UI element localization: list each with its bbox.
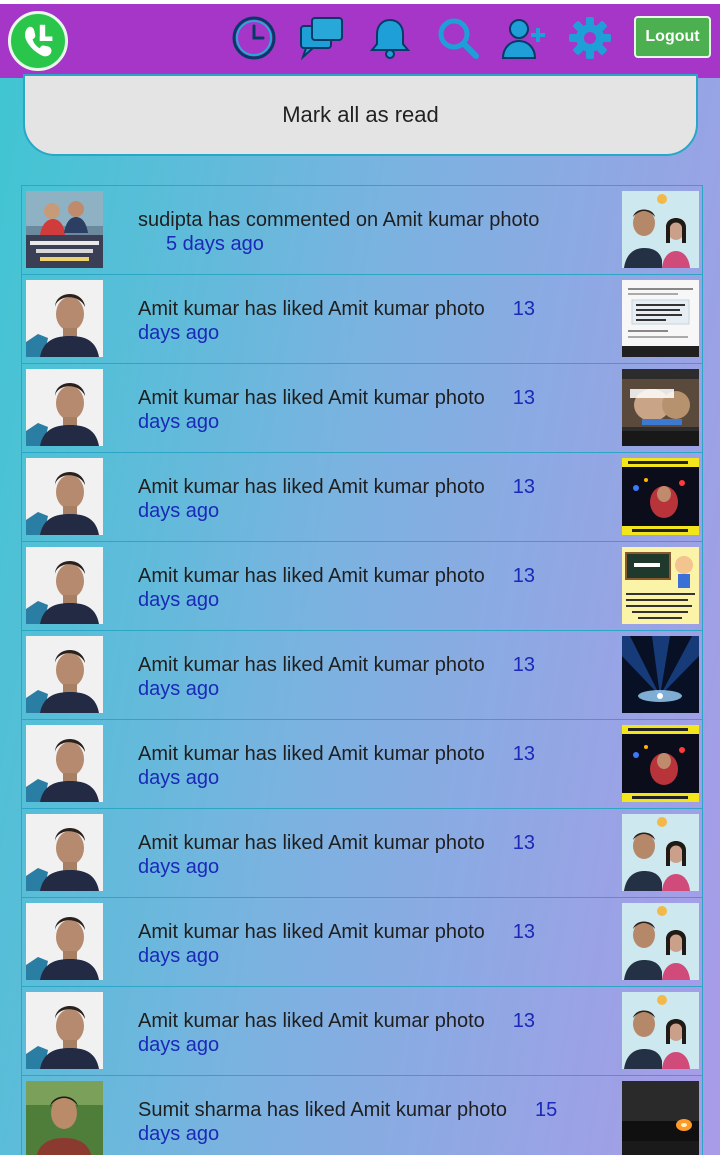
avatar[interactable] — [26, 369, 103, 446]
notification-message: Amit kumar has liked Amit kumar photo — [138, 1010, 485, 1032]
bell-icon[interactable] — [366, 14, 414, 62]
notification-text: sudipta has commented on Amit kumar phot… — [138, 208, 558, 256]
notification-text: Amit kumar has liked Amit kumar photo 13 … — [138, 653, 558, 701]
notification-message: Amit kumar has liked Amit kumar photo — [138, 476, 485, 498]
avatar[interactable] — [26, 814, 103, 891]
app-logo-icon[interactable] — [8, 11, 68, 71]
clock-icon[interactable] — [230, 14, 278, 62]
notification-message: Amit kumar has liked Amit kumar photo — [138, 298, 485, 320]
top-nav-bar: Logout — [0, 4, 720, 78]
notification-row[interactable]: Amit kumar has liked Amit kumar photo 13 … — [21, 630, 703, 720]
notification-row[interactable]: Amit kumar has liked Amit kumar photo 13 … — [21, 808, 703, 898]
notification-row[interactable]: Amit kumar has liked Amit kumar photo 13 … — [21, 274, 703, 364]
avatar[interactable] — [26, 725, 103, 802]
notification-list: sudipta has commented on Amit kumar phot… — [21, 185, 703, 1155]
notification-time: 5 days ago — [166, 233, 264, 255]
notification-text: Sumit sharma has liked Amit kumar photo 1… — [138, 1098, 558, 1146]
notification-message: Amit kumar has liked Amit kumar photo — [138, 832, 485, 854]
notification-row[interactable]: Amit kumar has liked Amit kumar photo 13 … — [21, 363, 703, 453]
notification-row[interactable]: Sumit sharma has liked Amit kumar photo 1… — [21, 1075, 703, 1155]
post-thumbnail[interactable] — [622, 280, 699, 357]
notification-text: Amit kumar has liked Amit kumar photo 13 … — [138, 297, 558, 345]
post-thumbnail[interactable] — [622, 814, 699, 891]
post-thumbnail[interactable] — [622, 458, 699, 535]
notification-message: Amit kumar has liked Amit kumar photo — [138, 654, 485, 676]
mark-all-read-button[interactable]: Mark all as read — [23, 74, 698, 156]
chat-icon[interactable] — [298, 14, 346, 62]
notification-text: Amit kumar has liked Amit kumar photo 13 … — [138, 920, 558, 968]
avatar[interactable] — [26, 903, 103, 980]
notification-text: Amit kumar has liked Amit kumar photo 13 … — [138, 386, 558, 434]
notification-text: Amit kumar has liked Amit kumar photo 13 … — [138, 831, 558, 879]
notification-text: Amit kumar has liked Amit kumar photo 13 … — [138, 475, 558, 523]
post-thumbnail[interactable] — [622, 903, 699, 980]
notification-text: Amit kumar has liked Amit kumar photo 13 … — [138, 742, 558, 790]
notification-message: Amit kumar has liked Amit kumar photo — [138, 921, 485, 943]
notification-row[interactable]: Amit kumar has liked Amit kumar photo 13 … — [21, 719, 703, 809]
notification-row[interactable]: Amit kumar has liked Amit kumar photo 13 … — [21, 986, 703, 1076]
post-thumbnail[interactable] — [622, 636, 699, 713]
avatar[interactable] — [26, 280, 103, 357]
post-thumbnail[interactable] — [622, 1081, 699, 1155]
notification-message: Amit kumar has liked Amit kumar photo — [138, 743, 485, 765]
notification-row[interactable]: Amit kumar has liked Amit kumar photo 13 … — [21, 452, 703, 542]
avatar[interactable] — [26, 1081, 103, 1155]
avatar[interactable] — [26, 191, 103, 268]
add-user-icon[interactable] — [500, 14, 548, 62]
notification-row[interactable]: sudipta has commented on Amit kumar phot… — [21, 185, 703, 275]
post-thumbnail[interactable] — [622, 992, 699, 1069]
notification-message: Sumit sharma has liked Amit kumar photo — [138, 1099, 508, 1121]
notification-row[interactable]: Amit kumar has liked Amit kumar photo 13 … — [21, 897, 703, 987]
avatar[interactable] — [26, 458, 103, 535]
notification-row[interactable]: Amit kumar has liked Amit kumar photo 13 … — [21, 541, 703, 631]
post-thumbnail[interactable] — [622, 725, 699, 802]
logout-button[interactable]: Logout — [634, 16, 711, 58]
avatar[interactable] — [26, 636, 103, 713]
search-icon[interactable] — [434, 14, 482, 62]
notification-message: Amit kumar has liked Amit kumar photo — [138, 387, 485, 409]
gear-icon[interactable] — [566, 14, 614, 62]
notification-text: Amit kumar has liked Amit kumar photo 13 … — [138, 564, 558, 612]
avatar[interactable] — [26, 547, 103, 624]
notification-text: Amit kumar has liked Amit kumar photo 13 … — [138, 1009, 558, 1057]
avatar[interactable] — [26, 992, 103, 1069]
notification-message: Amit kumar has liked Amit kumar photo — [138, 565, 485, 587]
notification-message: sudipta has commented on Amit kumar phot… — [138, 209, 540, 231]
post-thumbnail[interactable] — [622, 547, 699, 624]
post-thumbnail[interactable] — [622, 369, 699, 446]
post-thumbnail[interactable] — [622, 191, 699, 268]
